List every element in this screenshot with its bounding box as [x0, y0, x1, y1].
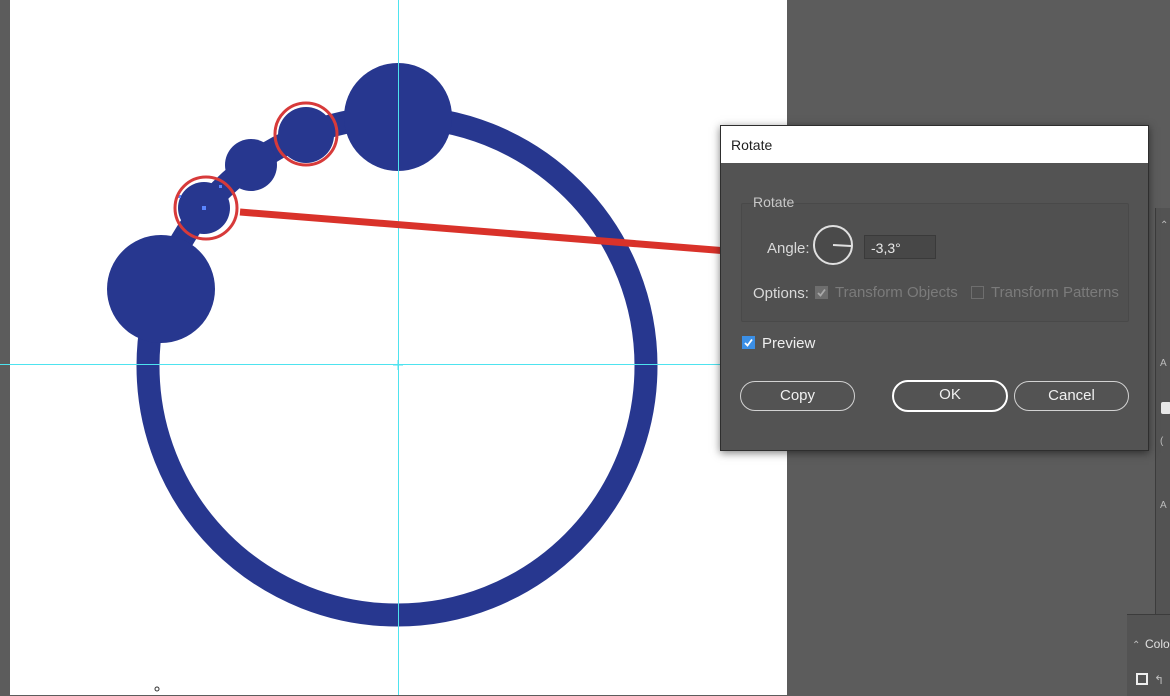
medium-dot[interactable] — [278, 107, 334, 163]
color-tab[interactable]: Colo — [1145, 637, 1170, 651]
selection-anchor — [219, 185, 222, 188]
dialog-title: Rotate — [731, 137, 773, 153]
checkmark-icon — [817, 288, 826, 297]
selection-handle[interactable] — [202, 206, 206, 210]
dialog-titlebar[interactable]: Rotate — [721, 126, 1148, 163]
left-gutter — [0, 0, 10, 695]
ok-button[interactable]: OK — [892, 380, 1008, 412]
checkmark-icon — [744, 338, 753, 347]
panel-label-fragment: ( — [1160, 436, 1164, 447]
angle-dial-icon[interactable] — [813, 225, 853, 265]
horizontal-guide — [0, 364, 787, 365]
properties-panel[interactable]: ⌃ A ( A — [1155, 208, 1170, 628]
anchor-point — [154, 686, 160, 692]
panel-label-fragment: A — [1160, 500, 1167, 511]
angle-input[interactable]: -3,3° — [864, 235, 936, 259]
rotate-dialog[interactable]: Rotate Rotate Angle: -3,3° Options: Tran… — [720, 125, 1149, 451]
transform-objects-checkbox[interactable] — [815, 286, 828, 299]
small-dot[interactable] — [225, 139, 277, 191]
transform-patterns-label: Transform Patterns — [991, 284, 1119, 301]
panel-label-fragment: A — [1160, 358, 1167, 369]
fill-stroke-icon[interactable] — [1136, 673, 1148, 685]
copy-button[interactable]: Copy — [740, 381, 855, 411]
swap-icon[interactable]: ↰ — [1154, 673, 1164, 687]
rotate-group — [741, 203, 1129, 322]
panel-swatch-icon[interactable] — [1161, 402, 1170, 414]
angle-label: Angle: — [767, 240, 810, 257]
preview-label[interactable]: Preview — [762, 335, 815, 352]
cancel-button[interactable]: Cancel — [1014, 381, 1129, 411]
panel-collapse-icon[interactable]: ⌃ — [1160, 220, 1168, 231]
options-label: Options: — [753, 285, 809, 302]
transform-patterns-checkbox[interactable] — [971, 286, 984, 299]
panel-collapse-icon[interactable]: ⌃ — [1132, 640, 1140, 651]
preview-checkbox[interactable] — [742, 336, 755, 349]
vertical-guide — [398, 0, 399, 695]
large-dot-left[interactable] — [107, 235, 215, 343]
color-panel[interactable]: ⌃ Colo ↰ — [1127, 614, 1170, 696]
transform-objects-label: Transform Objects — [835, 284, 958, 301]
group-label: Rotate — [753, 194, 795, 210]
